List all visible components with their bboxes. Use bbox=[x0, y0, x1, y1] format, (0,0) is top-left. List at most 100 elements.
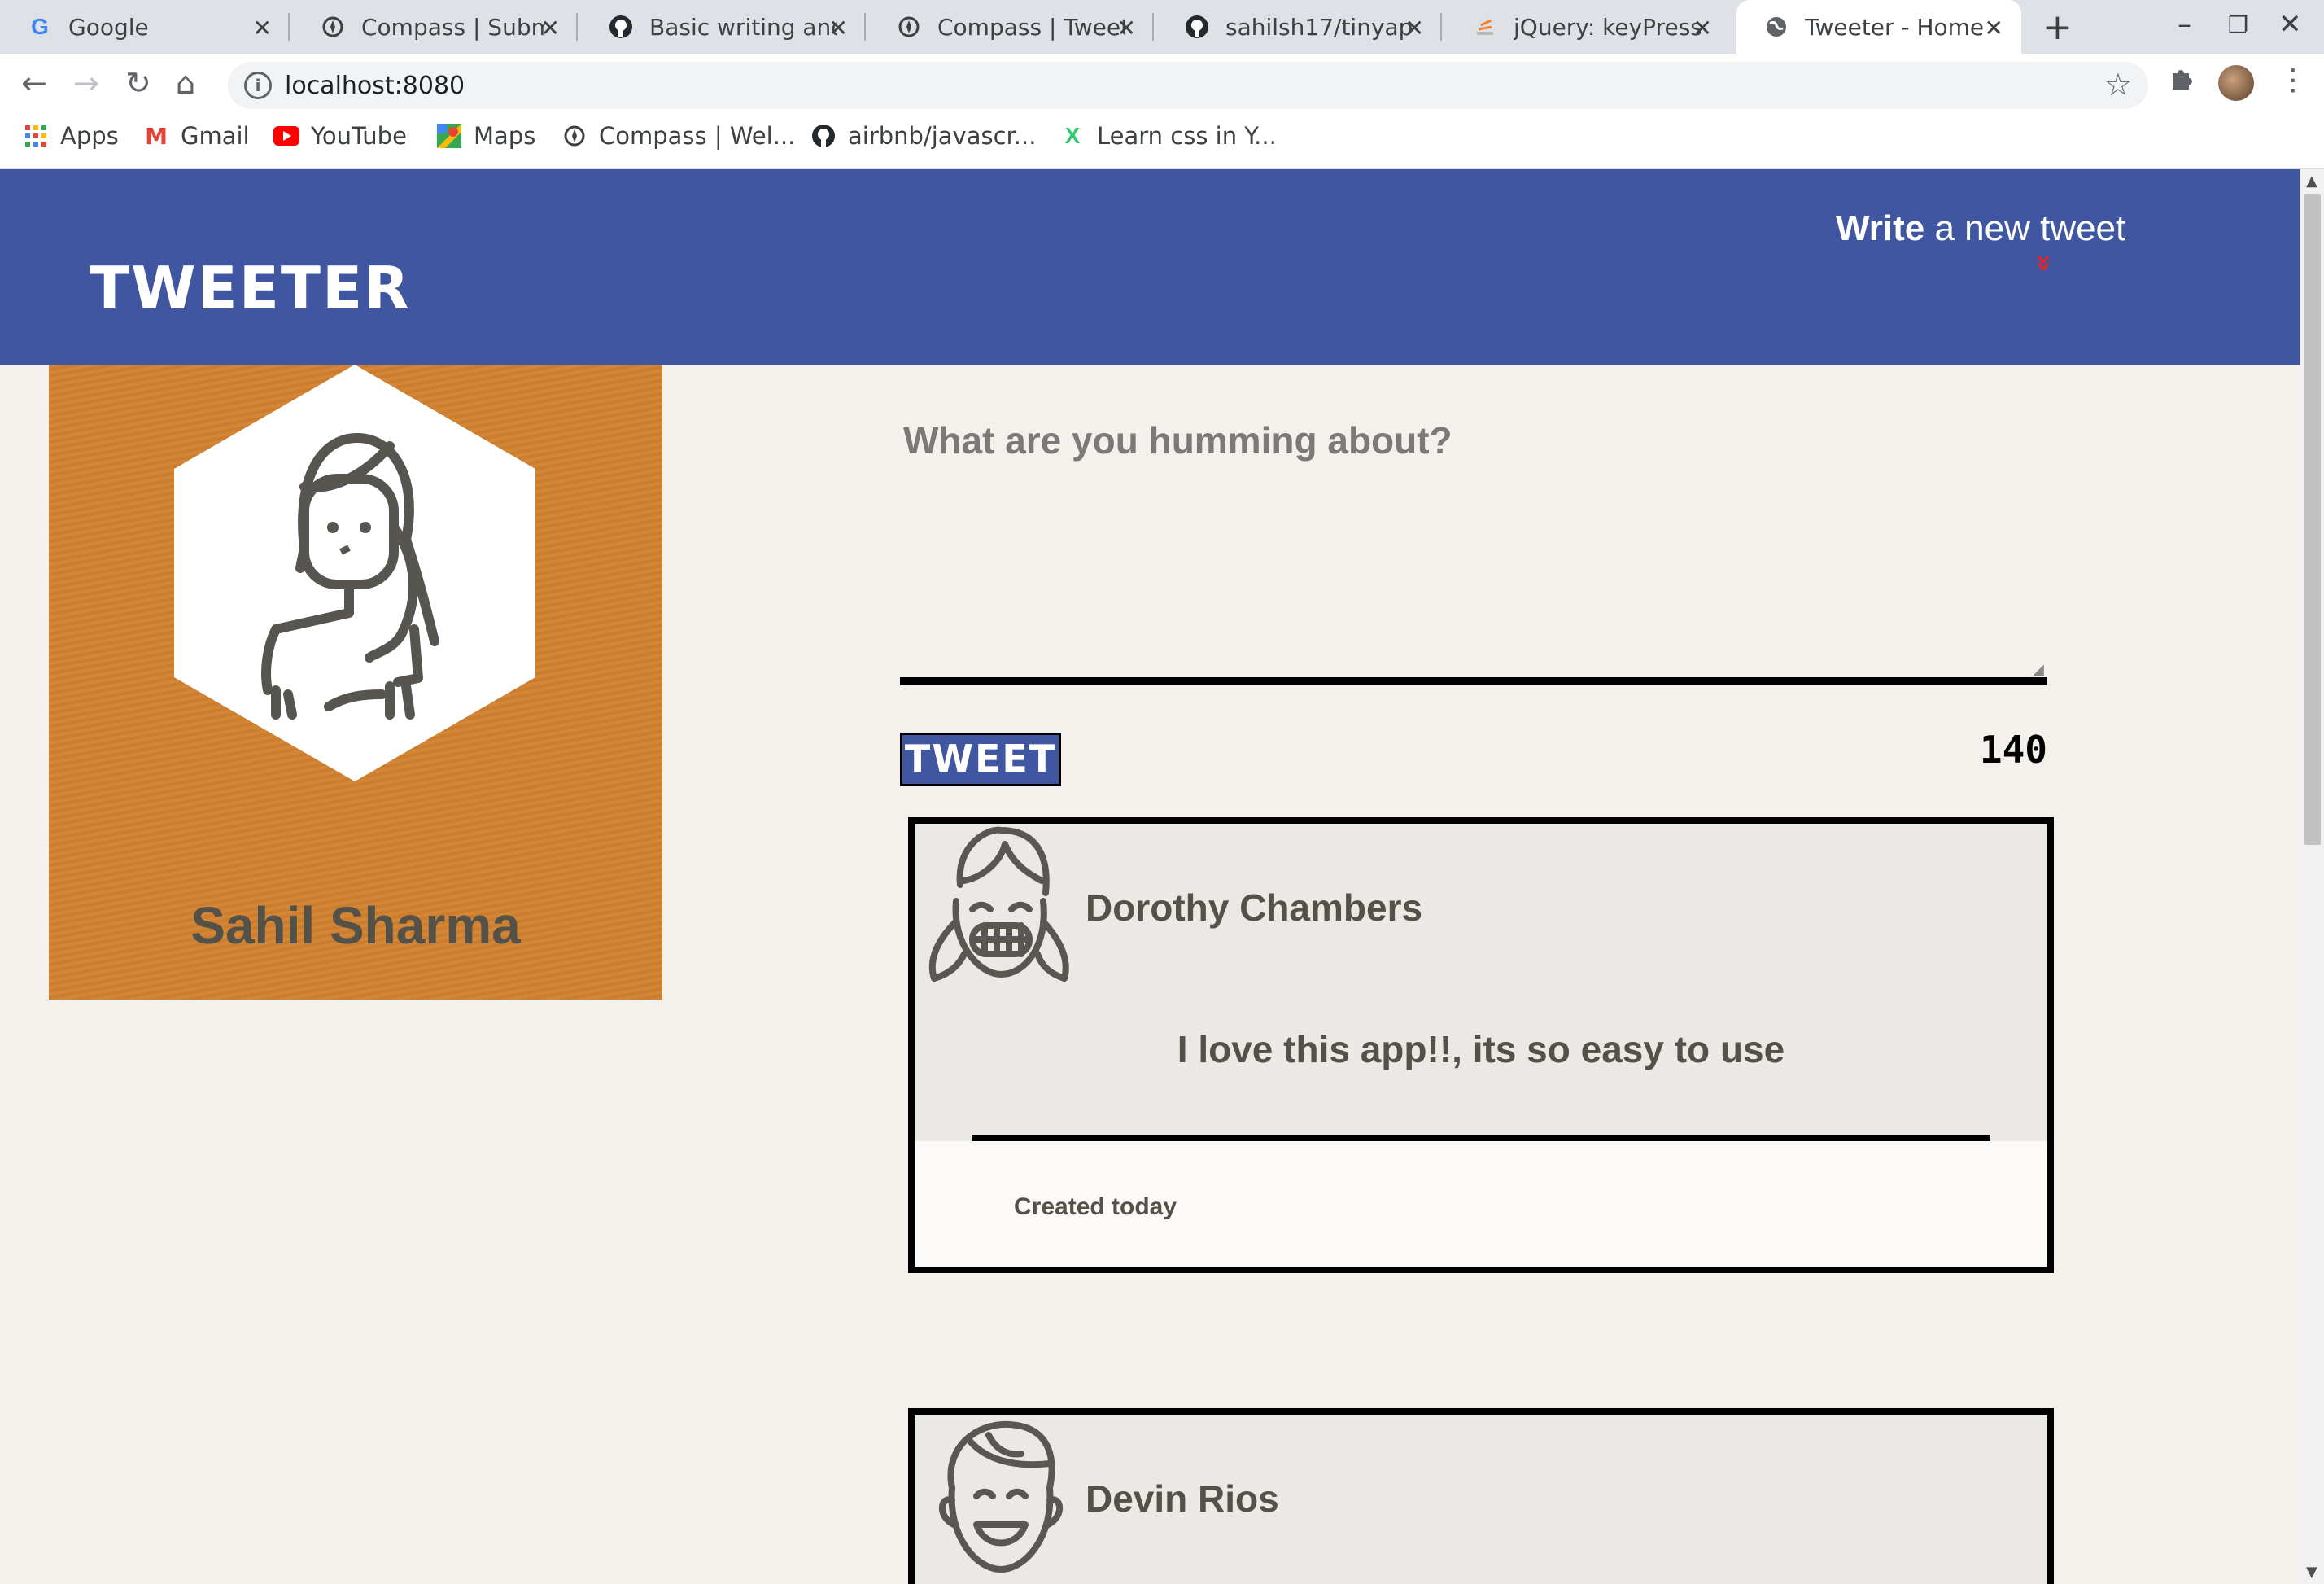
tab-basic-writing[interactable]: Basic writing and ✕ bbox=[581, 0, 866, 54]
bookmark-youtube[interactable]: YouTube bbox=[273, 122, 407, 150]
woman-avatar-icon bbox=[174, 365, 535, 781]
tab-divider bbox=[864, 13, 866, 41]
profile-header: Sahil Sharma bbox=[49, 365, 662, 1000]
url-text[interactable]: localhost:8080 bbox=[285, 72, 465, 100]
girl-avatar-icon bbox=[928, 826, 1069, 982]
browser-toolbar: ← → ↻ ⌂ i localhost:8080 ☆ bbox=[0, 54, 2324, 117]
github-icon bbox=[810, 123, 837, 149]
tab-divider bbox=[1152, 13, 1154, 41]
brand-logo[interactable]: TWEETER bbox=[90, 254, 411, 322]
tab-title: Compass | Submit bbox=[361, 13, 548, 41]
browser-menu-icon[interactable]: ⋮ bbox=[2278, 63, 2308, 97]
boy-avatar-icon bbox=[938, 1420, 1064, 1573]
extensions-icon[interactable] bbox=[2168, 63, 2195, 98]
bookmarks-bar: Apps M Gmail YouTube Maps Compass | Wel.… bbox=[0, 117, 2324, 169]
tab-title: jQuery: keyPress bbox=[1514, 13, 1701, 41]
minimize-icon[interactable]: – bbox=[2178, 8, 2191, 41]
address-bar[interactable]: i localhost:8080 ☆ bbox=[228, 62, 2148, 109]
close-icon[interactable]: ✕ bbox=[1985, 15, 2003, 42]
tweet-author-name: Dorothy Chambers bbox=[1086, 886, 1423, 929]
tab-title: Google bbox=[68, 13, 149, 41]
browser-tab-strip: G Google ✕ Compass | Submit ✕ Basic writ… bbox=[0, 0, 2324, 54]
profile-avatar[interactable] bbox=[2218, 65, 2254, 101]
stackoverflow-icon bbox=[1473, 15, 1497, 39]
reload-icon[interactable]: ↻ bbox=[125, 65, 151, 101]
bookmark-apps[interactable]: Apps bbox=[23, 122, 119, 150]
gmail-icon: M bbox=[145, 122, 168, 150]
window-close-icon[interactable]: ✕ bbox=[2278, 8, 2302, 41]
tab-compass-submit[interactable]: Compass | Submit ✕ bbox=[293, 0, 578, 54]
bookmark-gmail[interactable]: M Gmail bbox=[143, 122, 250, 150]
tab-tinyapp[interactable]: sahilsh17/tinyapp ✕ bbox=[1157, 0, 1442, 54]
bookmark-label: Learn css in Y... bbox=[1097, 122, 1277, 150]
google-icon: G bbox=[31, 14, 49, 39]
close-icon[interactable]: ✕ bbox=[253, 15, 272, 42]
site-info-icon[interactable]: i bbox=[244, 72, 272, 99]
textarea-resize-handle[interactable]: ◢ bbox=[2033, 661, 2044, 678]
tweet-timestamp: Created today bbox=[1014, 1193, 1177, 1220]
tweet-header bbox=[915, 1415, 2047, 1584]
scrollbar-thumb[interactable] bbox=[2304, 194, 2321, 845]
bookmark-airbnb[interactable]: airbnb/javascr... bbox=[810, 122, 1036, 150]
github-icon bbox=[1185, 15, 1209, 39]
tab-divider bbox=[576, 13, 578, 41]
close-icon[interactable]: ✕ bbox=[1693, 15, 1712, 42]
close-icon[interactable]: ✕ bbox=[541, 15, 560, 42]
scroll-down-icon[interactable]: ▼ bbox=[2306, 1564, 2317, 1581]
tweet-card: Devin Rios bbox=[908, 1408, 2054, 1584]
apps-icon bbox=[23, 123, 49, 149]
bookmark-label: Gmail bbox=[181, 122, 250, 150]
profile-name: Sahil Sharma bbox=[190, 896, 521, 955]
bookmark-label: YouTube bbox=[311, 122, 407, 150]
forward-icon[interactable]: → bbox=[73, 65, 99, 101]
top-navbar: TWEETER Write a new tweet » bbox=[0, 169, 2300, 365]
back-icon[interactable]: ← bbox=[21, 65, 47, 101]
tweet-submit-button[interactable]: TWEET bbox=[900, 733, 1061, 786]
chevron-glyph: » bbox=[2027, 253, 2061, 273]
bookmark-maps[interactable]: Maps bbox=[436, 122, 535, 150]
maps-icon bbox=[436, 123, 462, 149]
learnx-icon: X bbox=[1064, 123, 1081, 148]
textarea-underline bbox=[900, 677, 2047, 685]
bookmark-star-icon[interactable]: ☆ bbox=[2104, 67, 2132, 103]
tweet-content: I love this app!!, its so easy to use bbox=[1177, 1028, 1785, 1070]
bookmark-compass[interactable]: Compass | Wel... bbox=[561, 122, 795, 150]
tab-google[interactable]: G Google ✕ bbox=[0, 0, 290, 54]
bookmark-learn-css[interactable]: X Learn css in Y... bbox=[1059, 122, 1277, 150]
tab-title: Tweeter - Home bbox=[1805, 13, 1985, 41]
bookmark-label: Maps bbox=[474, 122, 536, 150]
youtube-icon bbox=[273, 123, 299, 149]
close-icon[interactable]: ✕ bbox=[1405, 15, 1424, 42]
close-icon[interactable]: ✕ bbox=[829, 15, 848, 42]
tab-compass-tweeter[interactable]: Compass | Tweeter ✕ bbox=[869, 0, 1154, 54]
restore-icon[interactable]: ❐ bbox=[2228, 11, 2248, 38]
character-counter: 140 bbox=[1979, 728, 2047, 772]
tab-title: sahilsh17/tinyapp bbox=[1225, 13, 1413, 41]
bookmark-label: airbnb/javascr... bbox=[848, 122, 1037, 150]
new-tab-button[interactable]: + bbox=[2042, 7, 2073, 48]
tab-title: Compass | Tweeter bbox=[937, 13, 1125, 41]
bookmark-label: Compass | Wel... bbox=[599, 122, 796, 150]
github-icon bbox=[609, 15, 633, 39]
tab-tweeter-home[interactable]: Tweeter - Home ✕ bbox=[1736, 0, 2021, 54]
vertical-scrollbar[interactable]: ▲ ▼ bbox=[2300, 169, 2324, 1584]
compass-icon bbox=[561, 123, 588, 149]
tab-jquery-keypress[interactable]: jQuery: keyPress ✕ bbox=[1445, 0, 1730, 54]
compass-icon bbox=[897, 15, 921, 39]
write-label-rest: a new tweet bbox=[1924, 208, 2126, 248]
home-icon[interactable]: ⌂ bbox=[176, 65, 195, 101]
tweet-divider bbox=[972, 1135, 1990, 1141]
profile-avatar-hexagon bbox=[174, 365, 535, 781]
tweet-card: Dorothy Chambers I love this app!!, its … bbox=[908, 817, 2054, 1273]
bookmark-label: Apps bbox=[60, 122, 119, 150]
tab-divider bbox=[288, 13, 290, 41]
tab-divider bbox=[1440, 13, 1442, 41]
write-new-tweet-link[interactable]: Write a new tweet bbox=[1836, 208, 2125, 249]
scroll-up-icon[interactable]: ▲ bbox=[2306, 173, 2317, 190]
double-chevron-down-icon[interactable]: » bbox=[2028, 253, 2061, 272]
write-label-bold: Write bbox=[1836, 208, 1925, 248]
page-viewport: TWEETER Write a new tweet » Sahil Sharma… bbox=[0, 169, 2324, 1584]
tweet-textarea[interactable]: What are you humming about? bbox=[903, 418, 1452, 462]
compass-icon bbox=[321, 15, 345, 39]
close-icon[interactable]: ✕ bbox=[1117, 15, 1136, 42]
